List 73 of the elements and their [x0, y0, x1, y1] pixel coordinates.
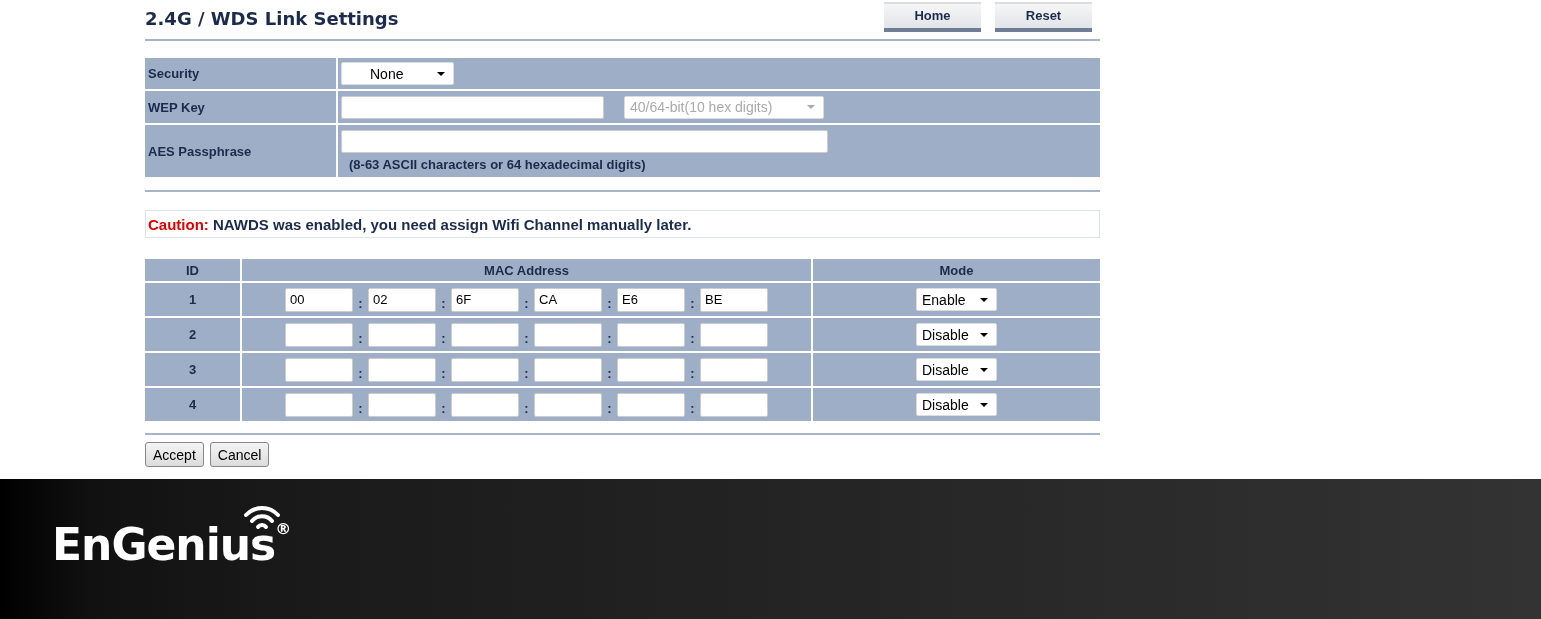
- separator: :: [606, 399, 613, 416]
- separator: :: [357, 399, 364, 416]
- mac-octet-field[interactable]: [700, 392, 768, 417]
- mac-octet-field[interactable]: CA: [534, 287, 602, 312]
- separator: :: [440, 399, 447, 416]
- separator: :: [689, 294, 696, 311]
- mac-octet-field[interactable]: 02: [368, 287, 436, 312]
- separator: :: [357, 329, 364, 346]
- mac-octet-field[interactable]: BE: [700, 287, 768, 312]
- mac-octet-field[interactable]: 6F: [451, 287, 519, 312]
- caret-icon: [980, 332, 988, 337]
- column-header: ID: [145, 259, 240, 281]
- separator: :: [523, 329, 530, 346]
- wep-key-field[interactable]: [341, 95, 604, 119]
- separator: :: [689, 364, 696, 381]
- separator: :: [523, 294, 530, 311]
- mac-octet-field[interactable]: [368, 322, 436, 347]
- page-title: 2.4G / WDS Link Settings: [145, 7, 399, 29]
- mac-octet-field[interactable]: [451, 392, 519, 417]
- separator: :: [357, 364, 364, 381]
- mode-dropdown[interactable]: Disable: [916, 323, 997, 346]
- mac-octet-field[interactable]: [368, 357, 436, 382]
- mac-octet-field[interactable]: [534, 322, 602, 347]
- caret-icon: [980, 367, 988, 372]
- field-label: AES Passphrase: [145, 125, 336, 177]
- table-cell: 4: [145, 388, 240, 421]
- passphrase-field[interactable]: [341, 130, 828, 153]
- brand-logo: EnGenius$^{®}$: [52, 521, 291, 567]
- mode-dropdown[interactable]: Enable: [916, 288, 997, 311]
- separator: :: [523, 364, 530, 381]
- field-label: Security: [145, 58, 336, 89]
- table-cell: 3: [145, 353, 240, 386]
- mac-octet-field[interactable]: [700, 322, 768, 347]
- mode-dropdown[interactable]: Disable: [916, 358, 997, 381]
- separator: :: [523, 399, 530, 416]
- caret-icon: [807, 105, 815, 109]
- mac-octet-field[interactable]: [285, 357, 353, 382]
- separator: :: [357, 294, 364, 311]
- mac-octet-field[interactable]: [617, 357, 685, 382]
- action-button[interactable]: Cancel: [209, 442, 270, 467]
- separator: :: [689, 329, 696, 346]
- security-dropdown[interactable]: None: [341, 62, 454, 85]
- mac-octet-field[interactable]: [700, 357, 768, 382]
- separator: :: [440, 364, 447, 381]
- caution-message: Caution: NAWDS was enabled, you need assign Wifi Channel manually later.: [145, 210, 1100, 238]
- caret-icon: [980, 297, 988, 302]
- mode-dropdown[interactable]: Disable: [916, 393, 997, 416]
- hint-text: (8-63 ASCII characters or 64 hexadecimal digits): [348, 157, 647, 172]
- mac-octet-field[interactable]: [368, 392, 436, 417]
- column-header: MAC Address: [242, 259, 811, 281]
- table-cell: 1: [145, 283, 240, 316]
- separator: :: [606, 294, 613, 311]
- mac-octet-field[interactable]: E6: [617, 287, 685, 312]
- caret-icon: [980, 402, 988, 407]
- caret-icon: [437, 71, 445, 76]
- separator: :: [440, 329, 447, 346]
- mac-octet-field[interactable]: [534, 392, 602, 417]
- table-cell: 2: [145, 318, 240, 351]
- mac-octet-field[interactable]: [285, 392, 353, 417]
- separator: :: [606, 329, 613, 346]
- mac-octet-field[interactable]: [285, 322, 353, 347]
- separator: :: [606, 364, 613, 381]
- mac-octet-field[interactable]: [534, 357, 602, 382]
- field-label: WEP Key: [145, 91, 336, 123]
- action-button[interactable]: Accept: [145, 442, 204, 467]
- mac-octet-field[interactable]: [617, 322, 685, 347]
- mac-octet-field[interactable]: [451, 357, 519, 382]
- mac-octet-field[interactable]: [617, 392, 685, 417]
- mac-octet-field[interactable]: [451, 322, 519, 347]
- column-header: Mode: [813, 259, 1100, 281]
- separator: :: [440, 294, 447, 311]
- mac-octet-field[interactable]: 00: [285, 287, 353, 312]
- separator: :: [689, 399, 696, 416]
